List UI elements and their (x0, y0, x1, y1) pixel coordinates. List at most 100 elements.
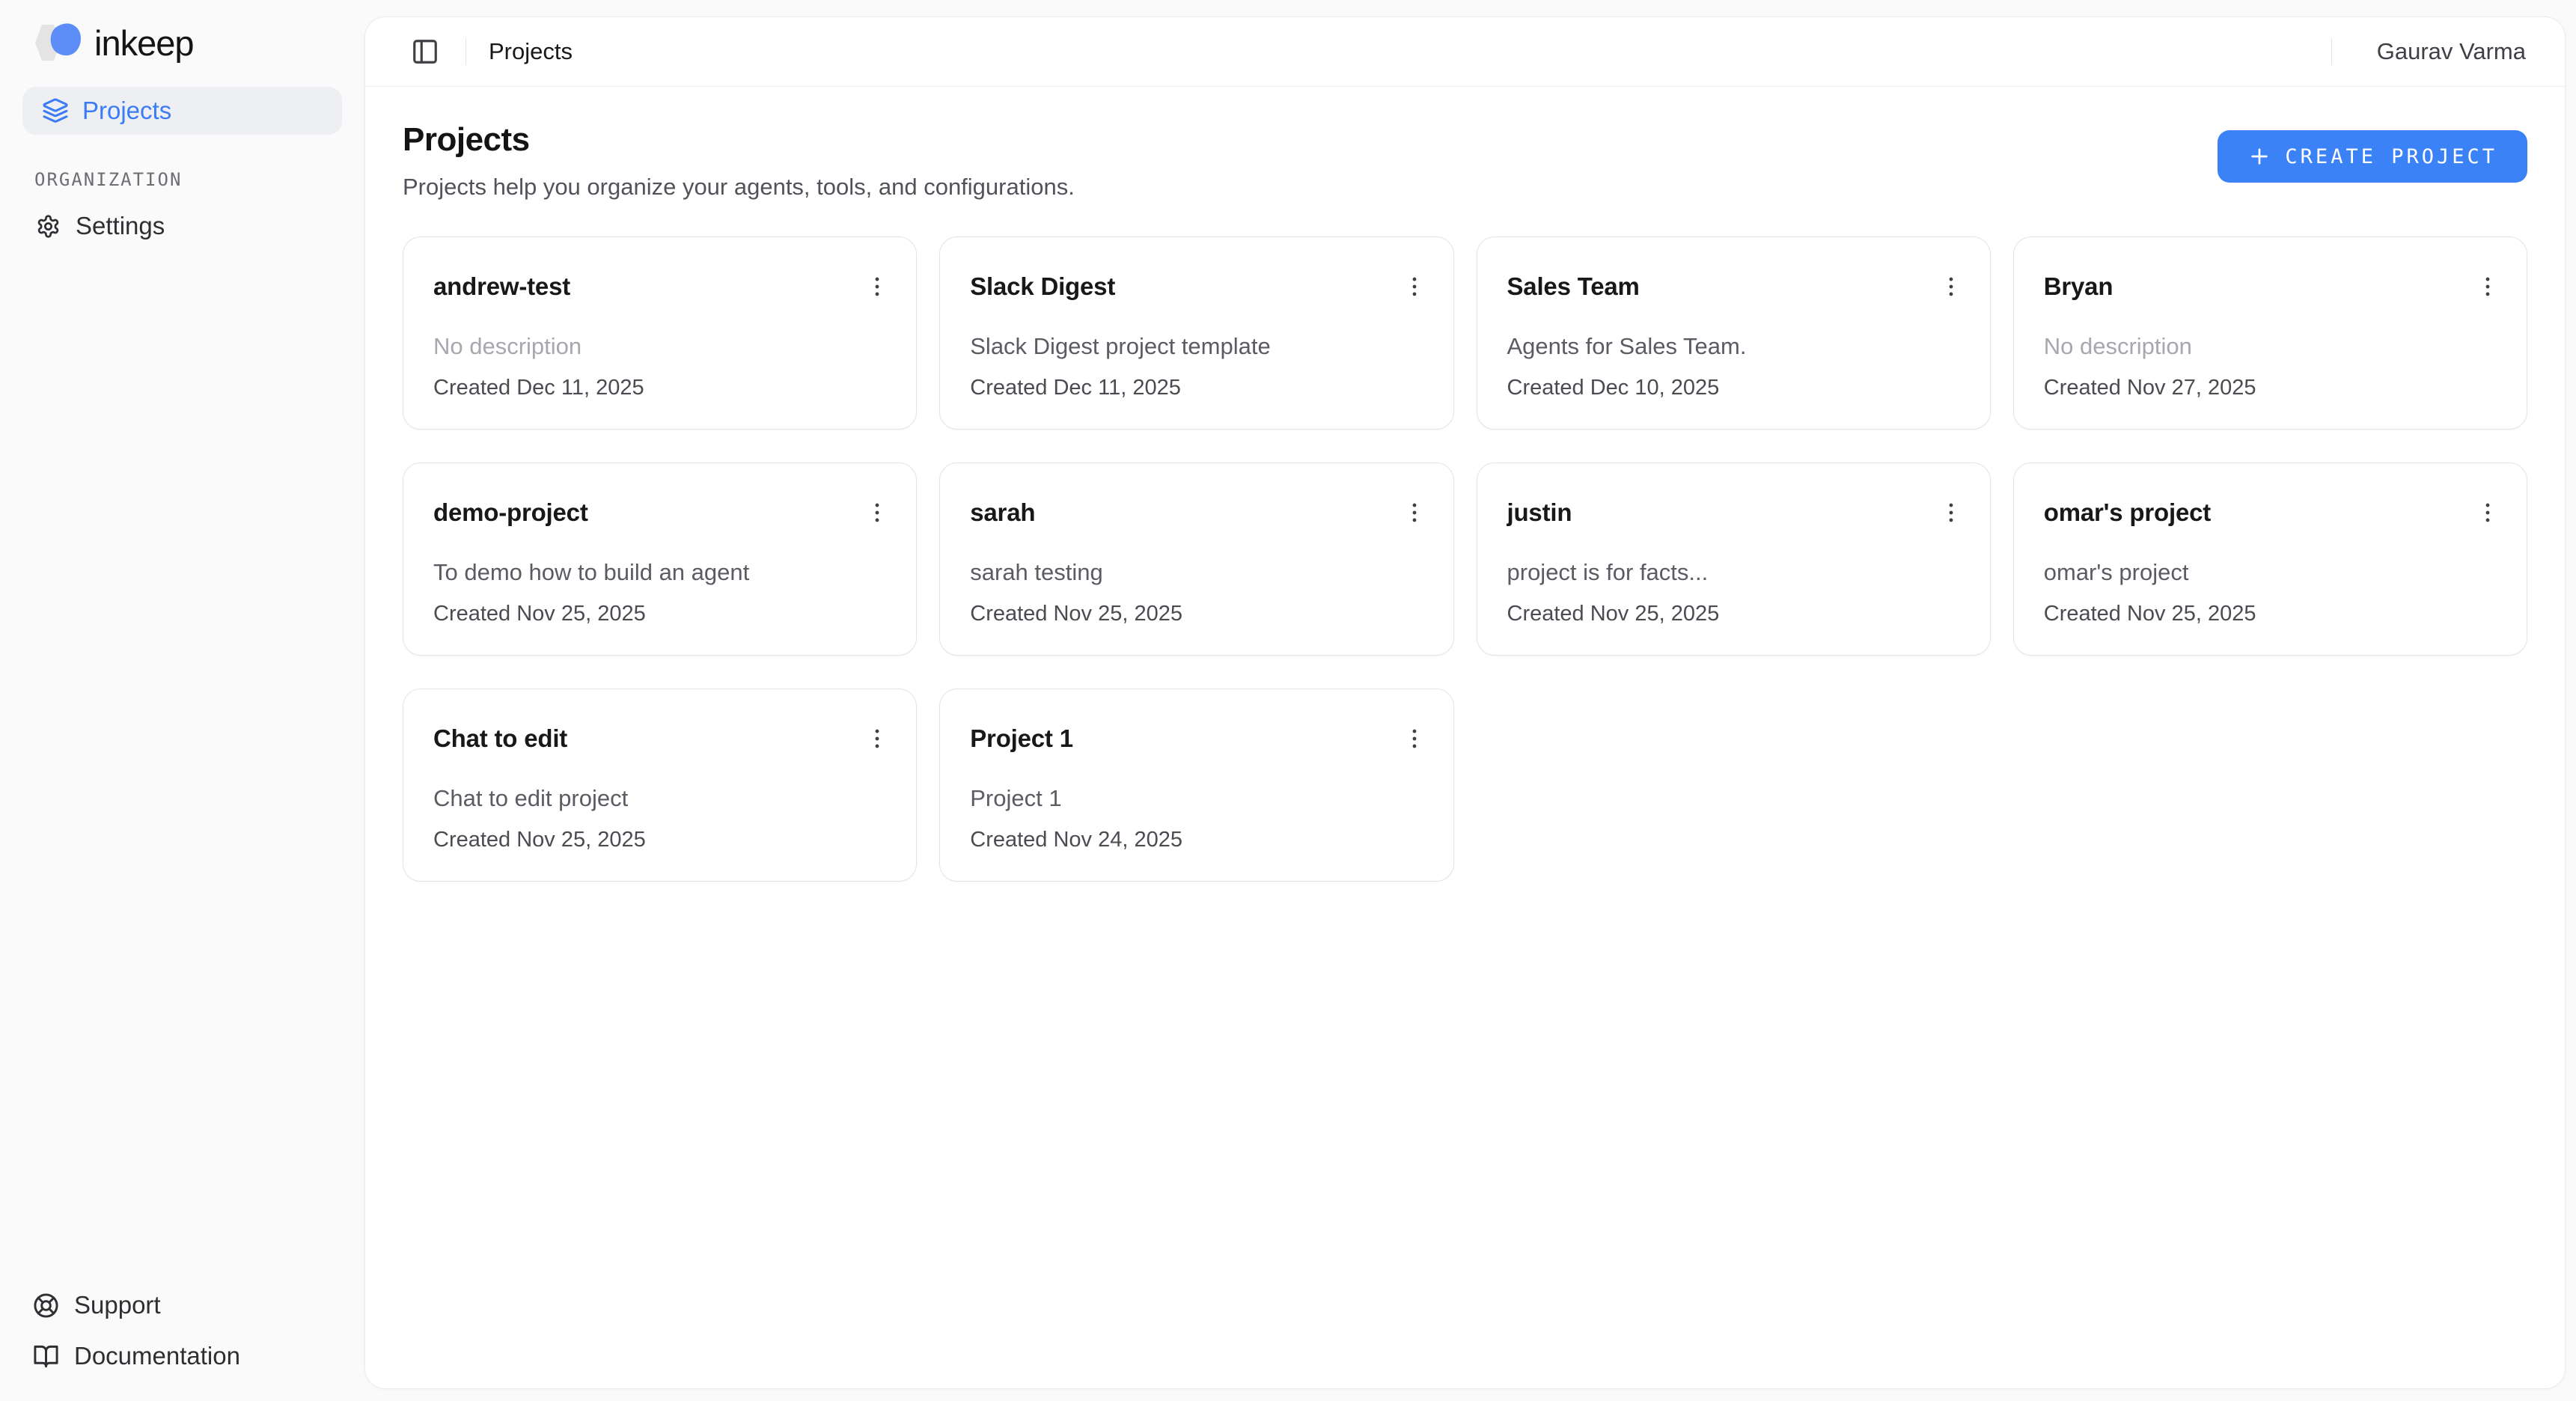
project-menu-button[interactable] (2470, 495, 2506, 531)
sidebar-item-projects[interactable]: Projects (22, 87, 342, 135)
page-subtitle: Projects help you organize your agents, … (403, 174, 1075, 201)
project-name: Bryan (2044, 272, 2113, 301)
project-menu-button[interactable] (1933, 269, 1969, 305)
project-name: Slack Digest (970, 272, 1115, 301)
project-created-date: Created Dec 11, 2025 (970, 376, 1432, 400)
project-menu-button[interactable] (859, 269, 895, 305)
project-created-date: Created Nov 25, 2025 (433, 602, 895, 626)
project-card[interactable]: demo-project To demo how to build an age… (403, 463, 917, 656)
main-wrap: Projects Gaurav Varma Projects Projects … (364, 0, 2576, 1401)
brand-wordmark: inkeep (94, 25, 194, 61)
kebab-menu-icon (2475, 274, 2500, 299)
sidebar-item-documentation[interactable]: Documentation (22, 1337, 342, 1376)
project-card-header: Chat to edit (433, 721, 895, 757)
kebab-menu-icon (864, 726, 890, 751)
project-created-date: Created Nov 24, 2025 (970, 828, 1432, 852)
project-card-header: omar's project (2044, 495, 2506, 531)
sidebar-item-support[interactable]: Support (22, 1286, 342, 1325)
project-card[interactable]: Slack Digest Slack Digest project templa… (939, 236, 1453, 430)
project-name: justin (1507, 498, 1572, 527)
sidebar: inkeep Projects ORGANIZATION Settings (0, 0, 364, 1401)
kebab-menu-icon (1938, 500, 1964, 525)
project-created-date: Created Nov 25, 2025 (2044, 602, 2506, 626)
project-card[interactable]: Chat to edit Chat to edit project Create… (403, 689, 917, 882)
sidebar-item-label: Projects (82, 97, 171, 125)
inkeep-logo-icon (31, 21, 84, 64)
brand-logo[interactable]: inkeep (22, 21, 342, 64)
gear-icon (36, 214, 61, 239)
panel-left-icon (411, 37, 439, 66)
kebab-menu-icon (2475, 500, 2500, 525)
project-description: To demo how to build an agent (433, 559, 895, 586)
sidebar-item-settings[interactable]: Settings (22, 207, 342, 245)
content: Projects Projects help you organize your… (365, 87, 2565, 1388)
sidebar-section-organization: ORGANIZATION (22, 169, 342, 190)
project-description: Slack Digest project template (970, 333, 1432, 360)
project-card[interactable]: Project 1 Project 1 Created Nov 24, 2025 (939, 689, 1453, 882)
sidebar-toggle-button[interactable] (407, 34, 443, 70)
kebab-menu-icon (864, 500, 890, 525)
project-description: project is for facts... (1507, 559, 1969, 586)
project-card[interactable]: Sales Team Agents for Sales Team. Create… (1477, 236, 1991, 430)
project-menu-button[interactable] (2470, 269, 2506, 305)
plus-icon (2247, 144, 2271, 168)
page-title: Projects (403, 121, 1075, 159)
project-menu-button[interactable] (1397, 269, 1432, 305)
project-name: Chat to edit (433, 724, 567, 753)
project-name: Sales Team (1507, 272, 1640, 301)
sidebar-item-label: Support (74, 1291, 161, 1319)
user-menu[interactable]: Gaurav Varma (2377, 38, 2526, 65)
project-name: omar's project (2044, 498, 2211, 527)
life-buoy-icon (33, 1292, 59, 1319)
project-name: demo-project (433, 498, 588, 527)
topbar-right: Gaurav Varma (2309, 38, 2526, 65)
project-menu-button[interactable] (1397, 495, 1432, 531)
app-root: inkeep Projects ORGANIZATION Settings (0, 0, 2576, 1401)
sidebar-item-label: Settings (76, 212, 165, 240)
project-created-date: Created Dec 11, 2025 (433, 376, 895, 400)
kebab-menu-icon (864, 274, 890, 299)
project-created-date: Created Nov 27, 2025 (2044, 376, 2506, 400)
project-menu-button[interactable] (859, 495, 895, 531)
project-card-header: justin (1507, 495, 1969, 531)
kebab-menu-icon (1402, 500, 1427, 525)
breadcrumb: Projects (489, 38, 573, 65)
project-description: Agents for Sales Team. (1507, 333, 1969, 360)
project-card[interactable]: Bryan No description Created Nov 27, 202… (2013, 236, 2527, 430)
project-description: omar's project (2044, 559, 2506, 586)
kebab-menu-icon (1402, 726, 1427, 751)
project-card[interactable]: andrew-test No description Created Dec 1… (403, 236, 917, 430)
project-card-header: Sales Team (1507, 269, 1969, 305)
create-project-button-label: CREATE PROJECT (2285, 145, 2497, 168)
topbar-divider-right (2331, 38, 2332, 65)
project-created-date: Created Nov 25, 2025 (970, 602, 1432, 626)
project-name: sarah (970, 498, 1035, 527)
project-created-date: Created Nov 25, 2025 (1507, 602, 1969, 626)
page-head-text: Projects Projects help you organize your… (403, 121, 1075, 201)
project-description: Chat to edit project (433, 785, 895, 812)
project-name: andrew-test (433, 272, 570, 301)
sidebar-nav: Projects (22, 64, 342, 135)
project-card-header: Bryan (2044, 269, 2506, 305)
project-card-header: Slack Digest (970, 269, 1432, 305)
project-card[interactable]: sarah sarah testing Created Nov 25, 2025 (939, 463, 1453, 656)
project-name: Project 1 (970, 724, 1073, 753)
project-description: sarah testing (970, 559, 1432, 586)
project-menu-button[interactable] (1933, 495, 1969, 531)
project-menu-button[interactable] (1397, 721, 1432, 757)
create-project-button[interactable]: CREATE PROJECT (2218, 130, 2527, 183)
page-head: Projects Projects help you organize your… (403, 121, 2527, 201)
project-menu-button[interactable] (859, 721, 895, 757)
layers-icon (42, 97, 69, 124)
main-panel: Projects Gaurav Varma Projects Projects … (364, 16, 2566, 1389)
project-card-header: sarah (970, 495, 1432, 531)
project-card[interactable]: omar's project omar's project Created No… (2013, 463, 2527, 656)
kebab-menu-icon (1938, 274, 1964, 299)
project-description: No description (2044, 333, 2506, 360)
project-card[interactable]: justin project is for facts... Created N… (1477, 463, 1991, 656)
project-card-header: demo-project (433, 495, 895, 531)
sidebar-item-label: Documentation (74, 1342, 240, 1370)
kebab-menu-icon (1402, 274, 1427, 299)
book-open-icon (33, 1343, 59, 1370)
project-created-date: Created Nov 25, 2025 (433, 828, 895, 852)
